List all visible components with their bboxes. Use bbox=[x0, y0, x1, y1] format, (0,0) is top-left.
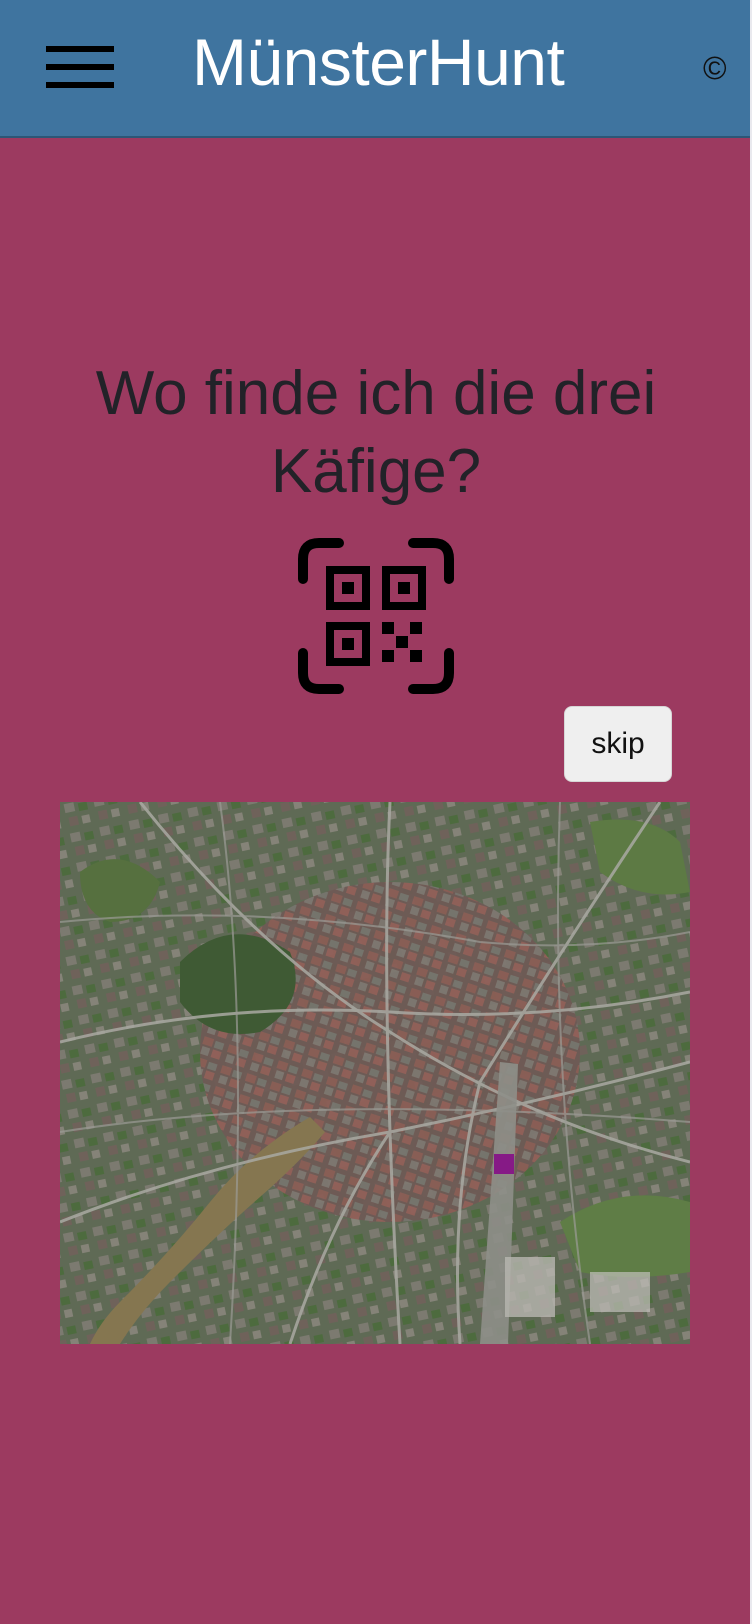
app-header: MünsterHunt © bbox=[0, 0, 750, 138]
riddle-question: Wo finde ich die drei Käfige? bbox=[95, 359, 657, 506]
skip-button[interactable]: skip bbox=[564, 706, 672, 782]
location-marker[interactable] bbox=[494, 1154, 514, 1174]
app-title: MünsterHunt bbox=[192, 25, 565, 99]
satellite-map[interactable] bbox=[60, 802, 690, 1344]
hamburger-menu-icon[interactable] bbox=[46, 44, 114, 90]
qr-code-scan-icon[interactable] bbox=[297, 537, 455, 695]
copyright-icon[interactable]: © bbox=[703, 48, 727, 88]
